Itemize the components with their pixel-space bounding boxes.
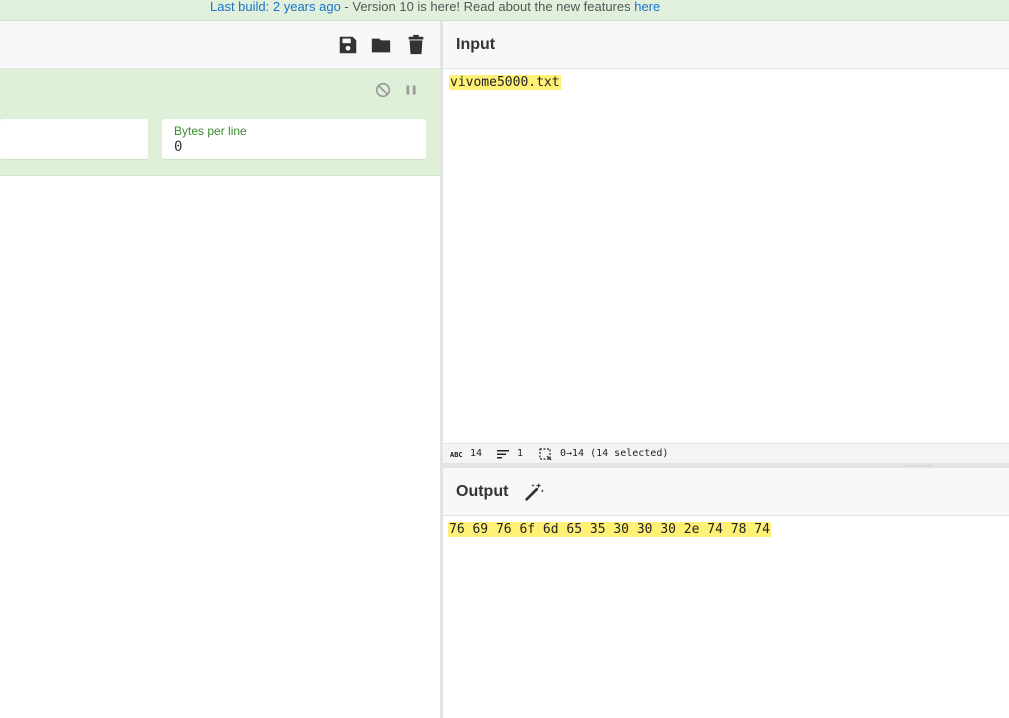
bytes-per-line-field[interactable]: Bytes per line 0 <box>162 119 426 160</box>
lines-icon <box>497 450 509 459</box>
output-textarea[interactable]: 76 69 76 6f 6d 65 35 30 30 30 2e 74 78 7… <box>443 516 1009 718</box>
selection-range: 0→14 (14 selected) <box>560 448 669 459</box>
last-build-link[interactable]: Last build: 2 years ago <box>210 0 341 14</box>
selection-icon <box>539 448 552 461</box>
pause-icon[interactable] <box>402 81 420 99</box>
save-icon[interactable] <box>337 34 359 56</box>
new-features-link[interactable]: here <box>634 0 660 14</box>
output-title: Output <box>456 483 509 500</box>
folder-icon[interactable] <box>370 34 392 56</box>
recipe-area[interactable] <box>0 176 440 718</box>
operation-to-hex: Bytes per line 0 <box>0 69 440 176</box>
bytes-per-line-value[interactable]: 0 <box>174 139 182 155</box>
input-text[interactable]: vivome5000.txt <box>449 75 561 90</box>
update-banner: Last build: 2 years ago - Version 10 is … <box>0 0 1009 21</box>
input-title: Input <box>456 36 496 53</box>
output-header: Output <box>443 468 1009 516</box>
trash-icon[interactable] <box>405 34 427 56</box>
magic-wand-icon[interactable] <box>523 481 545 503</box>
svg-text:ABC: ABC <box>450 451 463 458</box>
output-text[interactable]: 76 69 76 6f 6d 65 35 30 30 30 2e 74 78 7… <box>448 522 771 537</box>
bytes-per-line-label: Bytes per line <box>174 124 247 138</box>
input-header: Input <box>443 21 1009 69</box>
input-textarea[interactable]: vivome5000.txt <box>443 69 1009 442</box>
disable-icon[interactable] <box>374 81 392 99</box>
char-count: 14 <box>470 448 483 459</box>
line-count: 1 <box>517 448 524 459</box>
recipe-header <box>0 21 440 69</box>
banner-text: - Version 10 is here! Read about the new… <box>340 0 635 14</box>
delimiter-field[interactable] <box>0 119 148 160</box>
abc-icon: ABC <box>450 451 463 458</box>
